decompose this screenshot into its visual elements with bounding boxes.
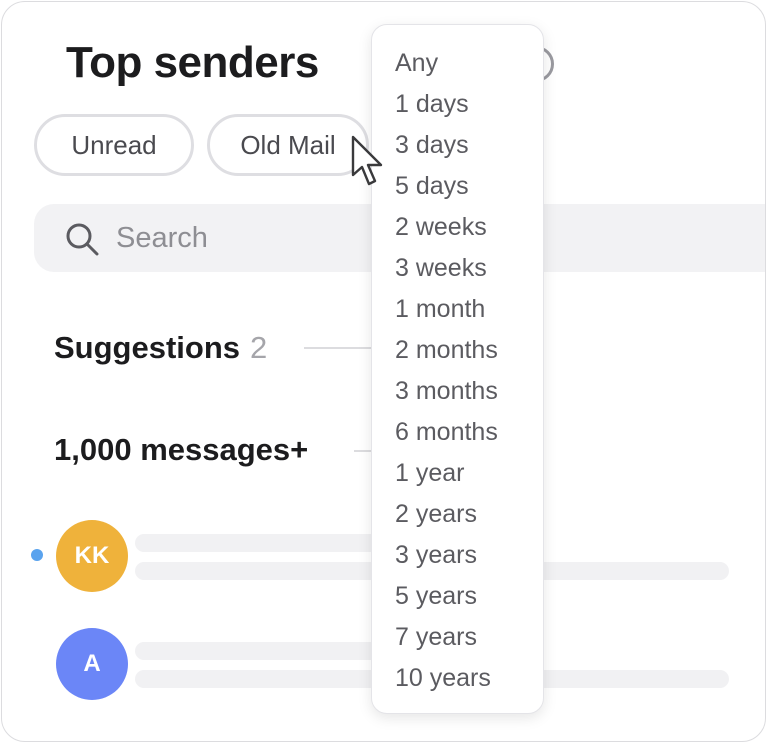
suggestions-count: 2 [250,330,268,365]
time-range-option[interactable]: 7 years [395,619,498,660]
time-range-options: Any 1 days 3 days 5 days 2 weeks 3 weeks 1 mon… [395,45,498,701]
time-range-option[interactable]: 10 years [395,660,498,701]
time-range-option[interactable]: 2 weeks [395,209,498,250]
page-title: Top senders [66,38,319,87]
sender-name-placeholder [135,534,395,552]
sender-name-placeholder [135,642,395,660]
group-heading[interactable]: 1,000 messages+ [54,432,308,468]
avatar[interactable]: KK [56,520,128,592]
time-range-option[interactable]: 6 months [395,414,498,455]
mouse-pointer-icon [351,135,383,186]
time-range-option[interactable]: 5 days [395,168,498,209]
time-range-option[interactable]: 1 days [395,86,498,127]
time-range-option[interactable]: 3 weeks [395,250,498,291]
time-range-option[interactable]: 3 days [395,127,498,168]
suggestions-heading[interactable]: Suggestions 2 [54,330,267,366]
time-range-option[interactable]: 3 years [395,537,498,578]
unread-indicator [31,549,43,561]
time-range-option[interactable]: 1 year [395,455,498,496]
time-range-option[interactable]: 1 month [395,291,498,332]
search-input[interactable]: Search [116,222,208,255]
time-range-option[interactable]: Any [395,45,498,86]
search-icon [66,223,99,256]
filter-old-mail-button[interactable]: Old Mail [207,114,369,176]
avatar[interactable]: A [56,628,128,700]
time-range-option[interactable]: 5 years [395,578,498,619]
time-range-option[interactable]: 2 years [395,496,498,537]
suggestions-label: Suggestions [54,330,241,365]
time-range-dropdown[interactable]: Any 1 days 3 days 5 days 2 weeks 3 weeks 1 mon… [371,24,544,714]
filter-unread-button[interactable]: Unread [34,114,194,176]
time-range-option[interactable]: 3 months [395,373,498,414]
time-range-option[interactable]: 2 months [395,332,498,373]
